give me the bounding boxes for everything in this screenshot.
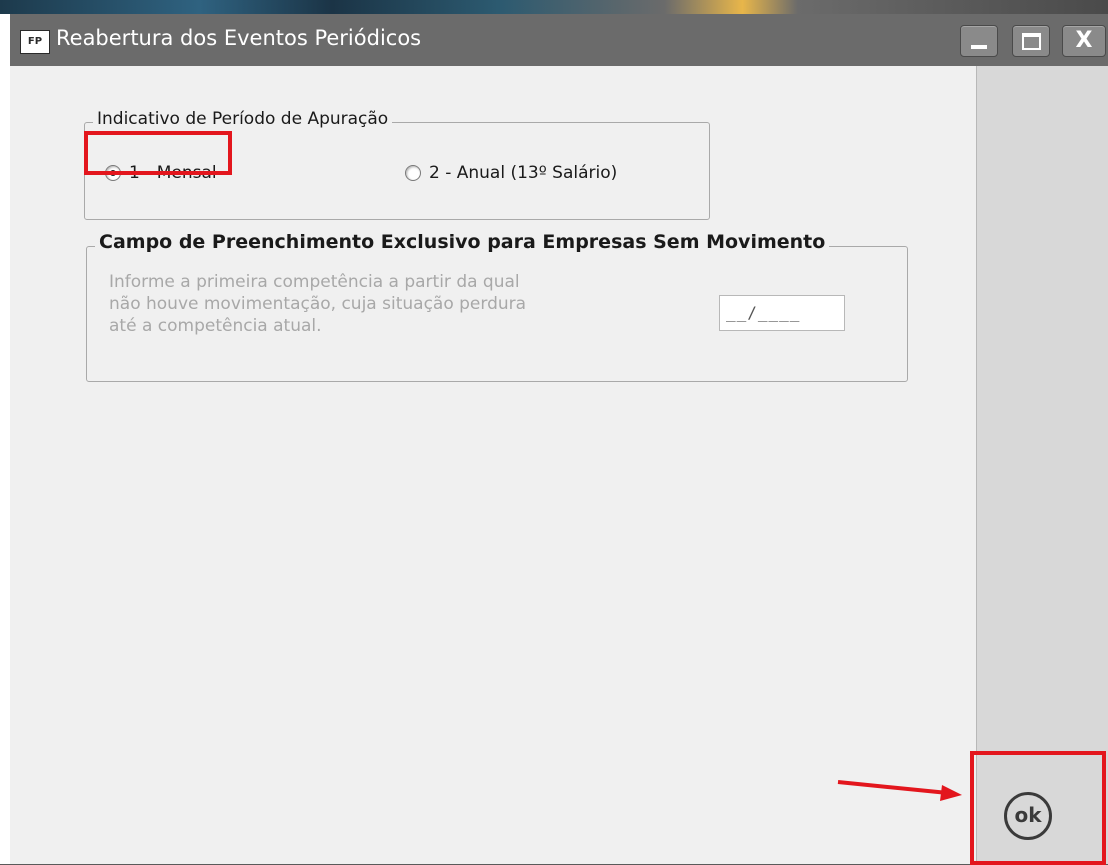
radio-anual-indicator[interactable] — [405, 165, 421, 181]
maximize-button[interactable] — [1012, 25, 1050, 57]
radio-anual[interactable]: 2 - Anual (13º Salário) — [405, 163, 617, 183]
app-icon: FP — [20, 30, 50, 54]
close-icon: X — [1075, 28, 1093, 53]
title-bar[interactable]: FP Reabertura dos Eventos Periódicos X — [10, 14, 1108, 66]
window-title: Reabertura dos Eventos Periódicos — [56, 26, 422, 50]
info-line: até a competência atual. — [109, 316, 322, 336]
competencia-input[interactable]: __/____ — [719, 295, 845, 331]
annotation-arrow-icon — [837, 780, 962, 801]
highlight-box-mensal — [84, 131, 232, 175]
sem-movimento-legend: Campo de Preenchimento Exclusivo para Em… — [95, 231, 830, 253]
action-side-panel — [976, 66, 1108, 864]
info-line: Informe a primeira competência a partir … — [109, 272, 520, 292]
sem-movimento-group: Campo de Preenchimento Exclusivo para Em… — [86, 231, 908, 382]
minimize-icon — [971, 45, 987, 49]
info-line: não houve movimentação, cuja situação pe… — [109, 294, 527, 314]
background-app-strip — [0, 0, 1108, 14]
minimize-button[interactable] — [960, 25, 998, 57]
periodo-apuracao-legend: Indicativo de Período de Apuração — [93, 109, 393, 129]
radio-anual-label: 2 - Anual (13º Salário) — [429, 163, 618, 183]
maximize-icon — [1022, 33, 1041, 50]
close-button[interactable]: X — [1062, 25, 1106, 57]
dialog-content: Indicativo de Período de Apuração 1 - Me… — [10, 66, 976, 864]
sem-movimento-info: Informe a primeira competência a partir … — [109, 271, 609, 337]
highlight-box-ok — [970, 751, 1106, 865]
